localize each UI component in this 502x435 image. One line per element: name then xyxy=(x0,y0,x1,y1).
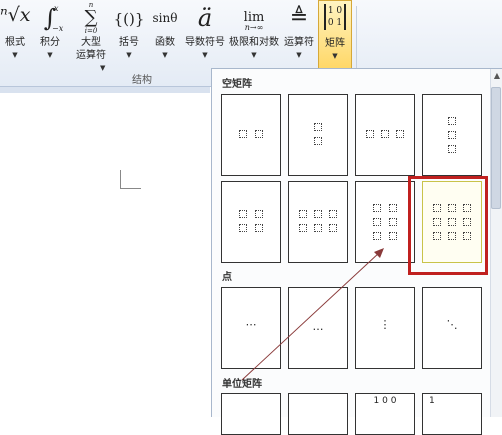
placeholder xyxy=(239,224,247,232)
placeholder xyxy=(255,224,263,232)
matrix-1x2-tile[interactable] xyxy=(221,94,281,176)
chevron-down-icon: ▼ xyxy=(202,51,208,59)
identity-3x3-tile[interactable]: 1 0 0 xyxy=(355,393,415,435)
placeholder xyxy=(389,218,397,226)
radical-icon: ⁿ√x xyxy=(0,4,31,26)
vertical-dots-tile[interactable]: ⋮ xyxy=(355,287,415,369)
matrix-2x1-tile[interactable] xyxy=(288,94,348,176)
placeholder xyxy=(366,130,374,138)
matrix-icon: 1 0 0 1 xyxy=(319,4,351,34)
chevron-down-icon: ▼ xyxy=(332,52,338,60)
placeholder xyxy=(239,130,247,138)
centered-dots-tile[interactable]: ⋯ xyxy=(221,287,281,369)
placeholder xyxy=(448,131,456,139)
function-button[interactable]: sinθ 函数 ▼ xyxy=(148,0,182,68)
placeholder xyxy=(396,130,404,138)
chevron-down-icon: ▼ xyxy=(126,51,132,59)
limit-log-button[interactable]: lim n→∞ 极限和对数 ▼ xyxy=(228,0,280,68)
vertical-dots-glyph: ⋮ xyxy=(379,318,391,331)
integral-icon: ∫ x −x xyxy=(43,4,64,33)
structure-group-label: 结构 xyxy=(132,75,152,86)
accent-icon: ä xyxy=(197,4,213,32)
accent-button[interactable]: ä 导数符号 ▼ xyxy=(184,0,226,68)
operator-label: 运算符 xyxy=(284,37,314,48)
limit-icon: lim n→∞ xyxy=(243,10,265,32)
scrollbar-thumb[interactable] xyxy=(491,87,501,209)
operator-icon: ≜ xyxy=(289,5,309,30)
dots-section-title: 点 xyxy=(222,272,232,283)
bracket-button[interactable]: {()} 括号 ▼ xyxy=(112,0,146,68)
placeholder xyxy=(329,224,337,232)
chevron-down-icon: ▼ xyxy=(100,64,106,72)
placeholder xyxy=(314,210,322,218)
placeholder xyxy=(255,130,263,138)
large-operator-button[interactable]: n ∑ i=0 大型 运算符 ▼ xyxy=(70,0,112,72)
radical-label: 根式 xyxy=(5,37,25,48)
function-icon: sinθ xyxy=(152,11,178,25)
baseline-dots-tile[interactable]: … xyxy=(288,287,348,369)
placeholder xyxy=(299,210,307,218)
limit-log-label: 极限和对数 xyxy=(229,37,279,48)
text-cursor-marker xyxy=(120,170,141,189)
placeholder xyxy=(389,204,397,212)
radical-button[interactable]: ⁿ√x 根式 ▼ xyxy=(0,0,31,68)
chevron-down-icon: ▼ xyxy=(251,51,257,59)
placeholder xyxy=(314,224,322,232)
placeholder xyxy=(389,232,397,240)
placeholder xyxy=(329,210,337,218)
diagonal-dots-tile[interactable]: ⋱ xyxy=(422,287,482,369)
summation-icon: n ∑ i=0 xyxy=(84,1,98,35)
scroll-up-icon[interactable]: ▲ xyxy=(492,71,502,81)
placeholder xyxy=(448,145,456,153)
accent-label: 导数符号 xyxy=(185,37,225,48)
baseline-dots-glyph: … xyxy=(312,320,324,333)
matrix-button[interactable]: 1 0 0 1 矩阵 ▼ xyxy=(318,0,352,70)
placeholder xyxy=(381,130,389,138)
identity-3x3-alt-tile[interactable]: 1 xyxy=(422,393,482,435)
matrix-3x2-tile[interactable] xyxy=(355,181,415,263)
placeholder xyxy=(373,232,381,240)
identity-preview: 1 xyxy=(429,396,435,406)
chevron-down-icon: ▼ xyxy=(296,51,302,59)
placeholder xyxy=(373,218,381,226)
function-label: 函数 xyxy=(155,37,175,48)
document-ruler-strip xyxy=(0,87,210,93)
identity-section-title: 单位矩阵 xyxy=(222,379,262,390)
chevron-down-icon: ▼ xyxy=(162,51,168,59)
placeholder xyxy=(299,224,307,232)
placeholder xyxy=(314,123,322,131)
identity-2x2-tile[interactable] xyxy=(221,393,281,435)
placeholder xyxy=(239,210,247,218)
matrix-label: 矩阵 xyxy=(325,38,345,49)
placeholder xyxy=(373,204,381,212)
selection-highlight-box xyxy=(408,176,488,275)
matrix-2x3-tile[interactable] xyxy=(288,181,348,263)
bracket-icon: {()} xyxy=(113,10,145,28)
gallery-scrollbar[interactable]: ▲ xyxy=(490,69,502,417)
empty-matrix-section-title: 空矩阵 xyxy=(222,79,252,90)
integral-button[interactable]: ∫ x −x 积分 ▼ xyxy=(32,0,68,68)
operator-button[interactable]: ≜ 运算符 ▼ xyxy=(282,0,316,68)
matrix-3x1-tile[interactable] xyxy=(422,94,482,176)
placeholder xyxy=(314,137,322,145)
matrix-1x3-tile[interactable] xyxy=(355,94,415,176)
chevron-down-icon: ▼ xyxy=(47,51,53,59)
integral-label: 积分 xyxy=(40,37,60,48)
placeholder xyxy=(448,117,456,125)
matrix-2x2-tile[interactable] xyxy=(221,181,281,263)
diagonal-dots-glyph: ⋱ xyxy=(446,318,458,331)
placeholder xyxy=(255,210,263,218)
identity-preview: 1 0 0 xyxy=(373,396,397,406)
bracket-label: 括号 xyxy=(119,37,139,48)
large-operator-label: 大型 运算符 xyxy=(76,37,106,61)
centered-dots-glyph: ⋯ xyxy=(245,318,257,331)
identity-2x2-alt-tile[interactable] xyxy=(288,393,348,435)
chevron-down-icon: ▼ xyxy=(12,51,18,59)
